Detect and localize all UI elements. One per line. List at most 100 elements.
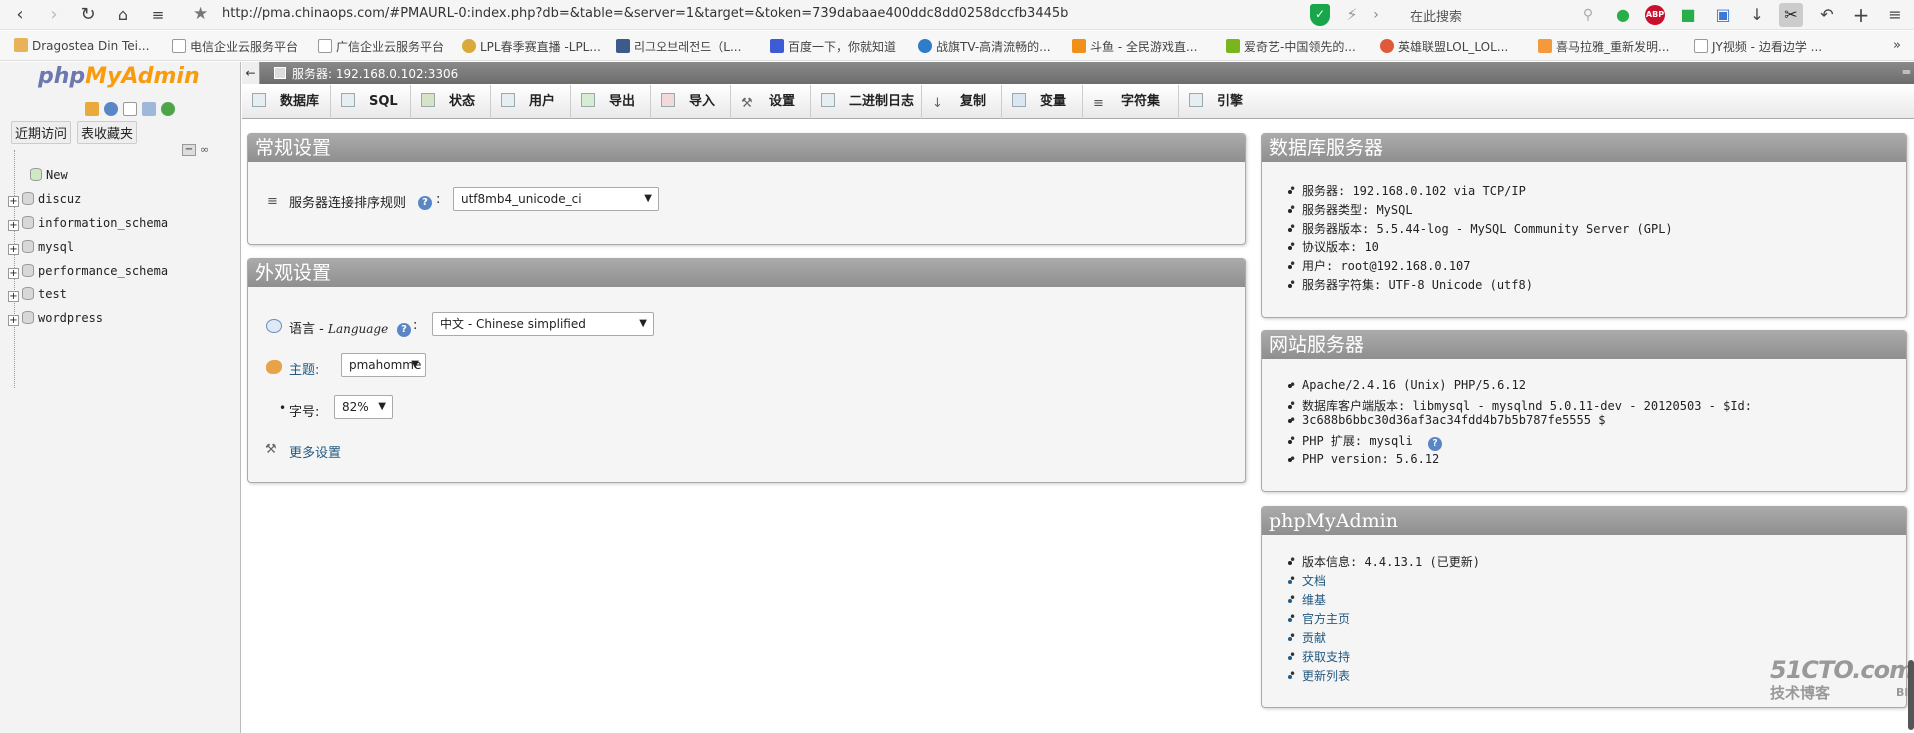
tab-export[interactable]: 导出 — [571, 85, 651, 119]
docs-link[interactable]: 文档 — [1289, 572, 1326, 589]
database-item[interactable]: + discuz — [8, 192, 81, 207]
wrench-icon: ⚒ — [741, 96, 753, 111]
theme-label[interactable]: 主题: — [289, 359, 319, 378]
expand-icon[interactable]: + — [8, 291, 19, 302]
tab-databases[interactable]: 数据库 — [242, 85, 331, 119]
expand-icon[interactable]: + — [8, 196, 19, 207]
bookmark-star-icon[interactable]: ★ — [193, 4, 208, 24]
back-icon[interactable]: ‹ — [8, 3, 32, 27]
help-icon[interactable]: ? — [397, 320, 411, 337]
binlog-icon — [821, 93, 835, 107]
bookmark-item[interactable]: 广信企业云服务平台 — [318, 38, 444, 55]
bookmark-item[interactable]: 战旗TV-高清流畅的... — [918, 38, 1051, 55]
database-item[interactable]: + information_schema — [8, 216, 168, 231]
scrollbar[interactable] — [1908, 660, 1914, 730]
expand-icon[interactable]: + — [8, 220, 19, 231]
chat-icon[interactable]: ■ — [1676, 3, 1700, 27]
support-link[interactable]: 获取支持 — [1289, 648, 1350, 665]
changelog-link[interactable]: 更新列表 — [1289, 667, 1350, 684]
search-input[interactable]: 在此搜索 — [1398, 4, 1588, 26]
database-item[interactable]: + test — [8, 287, 67, 302]
navigation-panel: phpMyAdmin 近期访问 表收藏夹 − ∞ New + discuz + in… — [0, 62, 241, 733]
new-tab-icon[interactable]: + — [1849, 3, 1873, 27]
download-icon[interactable]: ↓ — [1745, 3, 1769, 27]
replication-icon: ↓ — [932, 96, 943, 111]
favorites-tab[interactable]: 表收藏夹 — [77, 121, 138, 144]
bookmark-item[interactable]: Dragostea Din Tei... — [14, 38, 149, 53]
language-value: 中文 - Chinese simplified — [440, 317, 586, 331]
language-select[interactable]: 中文 - Chinese simplified ▼ — [432, 312, 654, 336]
tab-import[interactable]: 导入 — [651, 85, 731, 119]
expand-icon[interactable]: + — [8, 315, 19, 326]
collapse-arrow-icon[interactable]: ← — [242, 62, 260, 84]
bookmark-item[interactable]: 喜马拉雅_重新发明... — [1538, 38, 1669, 55]
help-icon[interactable]: ? — [418, 193, 432, 210]
theme-select[interactable]: pmahomme ▼ — [341, 353, 426, 377]
tab-engines[interactable]: 引擎 — [1179, 85, 1259, 119]
tab-replication[interactable]: ↓ 复制 — [922, 85, 1002, 119]
database-icon — [22, 240, 34, 253]
database-item[interactable]: + mysql — [8, 240, 74, 255]
server-breadcrumb[interactable]: 服务器: 192.168.0.102:3306 — [292, 65, 458, 82]
bookmark-item[interactable]: 爱奇艺-中国领先的... — [1226, 38, 1356, 55]
watermark: 51CTO.com 技术博客Blog — [1770, 656, 1914, 703]
contribute-link[interactable]: 贡献 — [1289, 629, 1326, 646]
home-icon[interactable]: ⌂ — [111, 3, 135, 27]
database-item[interactable]: + performance_schema — [8, 264, 168, 279]
lightning-icon[interactable]: ⚡ — [1340, 3, 1364, 27]
settings-page-icon[interactable] — [142, 102, 156, 116]
charset-icon: ≡ — [1093, 96, 1104, 111]
phpmyadmin-logo[interactable]: phpMyAdmin — [38, 64, 200, 89]
tab-users[interactable]: 用户 — [491, 85, 571, 119]
reload-nav-icon[interactable] — [161, 102, 175, 116]
collation-select[interactable]: utf8mb4_unicode_ci ▼ — [453, 187, 659, 211]
translate-icon[interactable]: ▣ — [1711, 3, 1735, 27]
expand-icon[interactable]: ═ — [1903, 65, 1910, 79]
tab-charsets[interactable]: ≡ 字符集 — [1083, 85, 1179, 119]
tab-sql[interactable]: SQL — [331, 85, 411, 119]
logout-icon[interactable] — [104, 102, 118, 116]
scissors-icon[interactable]: ✂ — [1779, 3, 1803, 27]
reader-icon[interactable]: ≡ — [146, 3, 170, 27]
database-icon — [22, 192, 34, 205]
search-icon[interactable]: ⚲ — [1576, 3, 1600, 27]
server-breadcrumb-bar: ← 服务器: 192.168.0.102:3306 ═ — [242, 62, 1914, 84]
collapse-all-icon[interactable]: − — [182, 144, 196, 156]
expand-icon[interactable]: + — [8, 268, 19, 279]
shield-icon[interactable]: ✓ — [1310, 4, 1330, 26]
more-settings-link[interactable]: 更多设置 — [289, 442, 341, 461]
menu-icon[interactable]: ≡ — [1883, 3, 1907, 27]
homepage-link[interactable]: 官方主页 — [1289, 610, 1350, 627]
forward-icon[interactable]: › — [42, 3, 66, 27]
wechat-icon[interactable]: ● — [1611, 3, 1635, 27]
bookmark-item[interactable]: 百度一下，你就知道 — [770, 38, 896, 55]
tab-binary-log[interactable]: 二进制日志 — [811, 85, 922, 119]
recent-tab[interactable]: 近期访问 — [11, 121, 72, 144]
bookmark-item[interactable]: JY视频 - 边看边学 ... — [1694, 38, 1822, 55]
panel-title: phpMyAdmin — [1262, 507, 1906, 535]
bookmark-item[interactable]: 리그오브레전드（L... — [616, 38, 741, 55]
reload-icon[interactable]: ↻ — [76, 3, 100, 27]
tab-status[interactable]: 状态 — [411, 85, 491, 119]
chevron-right-icon[interactable]: › — [1364, 3, 1388, 27]
tab-variables[interactable]: 变量 — [1002, 85, 1083, 119]
undo-icon[interactable]: ↶ — [1815, 3, 1839, 27]
adblock-icon[interactable]: ABP — [1645, 5, 1665, 25]
link-icon[interactable]: ∞ — [200, 144, 216, 156]
bookmark-item[interactable]: 英雄联盟LOL_LOL... — [1380, 38, 1508, 55]
new-database-link[interactable]: New — [30, 168, 68, 182]
address-bar[interactable]: http://pma.chinaops.com/#PMAURL-0:index.… — [222, 6, 1068, 21]
wiki-link[interactable]: 维基 — [1289, 591, 1326, 608]
database-item[interactable]: + wordpress — [8, 311, 103, 326]
docs-icon[interactable] — [123, 102, 137, 116]
home-icon[interactable] — [85, 102, 99, 116]
expand-icon[interactable]: + — [8, 244, 19, 255]
bookmark-item[interactable]: LPL春季赛直播 -LPL... — [462, 38, 601, 55]
tab-settings[interactable]: ⚒ 设置 — [731, 85, 811, 119]
bookmark-item[interactable]: 斗鱼 - 全民游戏直... — [1072, 38, 1197, 55]
bookmark-item[interactable]: 电信企业云服务平台 — [172, 38, 298, 55]
help-icon[interactable]: ? — [1427, 437, 1442, 451]
fontsize-select[interactable]: 82% ▼ — [334, 395, 393, 419]
bookmarks-overflow-icon[interactable]: » — [1893, 38, 1901, 53]
panel-title: 数据库服务器 — [1262, 134, 1906, 162]
